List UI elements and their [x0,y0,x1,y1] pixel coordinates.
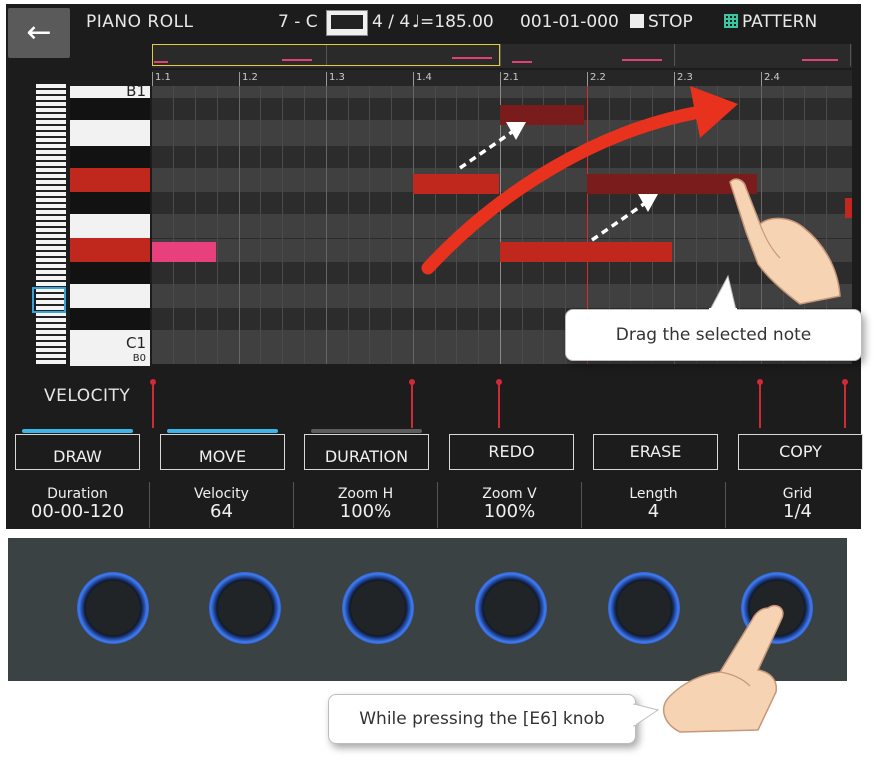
callout-pointer [709,274,737,312]
knob-e1[interactable] [77,572,149,658]
mode-label: PATTERN [742,12,818,32]
keyboard-range-indicator[interactable] [32,287,66,313]
param-name: Length [629,486,678,502]
piano-keys[interactable]: B1 C1 B0 [70,86,150,366]
top-bar: ← PIANO ROLL 7 - C 4 / 4 ♩=185.00 001-01… [6,4,861,58]
param-grid[interactable]: Grid 1/4 [726,482,869,528]
pattern-overview[interactable] [152,44,852,68]
note-dim[interactable] [587,174,757,194]
screen-title: PIANO ROLL [86,12,194,32]
velocity-lane[interactable] [150,376,852,428]
velocity-bar[interactable] [842,379,848,428]
key-label-partial: B0 [132,354,146,364]
press-knob-callout-text: While pressing the [E6] knob [359,709,605,729]
parameter-bar: Duration 00-00-120 Velocity 64 Zoom H 100% … [6,482,861,528]
param-value: 4 [647,501,660,522]
param-zoom-v[interactable]: Zoom V 100% [438,482,582,528]
ruler-tick: 2.1 [500,72,519,86]
copy-button[interactable]: COPY [738,434,863,470]
knob-e2[interactable] [209,572,281,658]
pressing-hand-icon [662,604,784,733]
param-name: Grid [782,486,813,502]
move-button[interactable]: MOVE [160,429,285,470]
note[interactable] [500,242,672,262]
ruler-tick: 2.4 [761,72,780,86]
note-selected[interactable] [152,242,216,262]
song-name: 7 - C [278,12,318,32]
knob-e3[interactable] [342,572,414,658]
param-name: Zoom V [482,486,537,502]
drag-note-callout: Drag the selected note [565,309,862,361]
param-name: Duration [47,486,108,502]
move-label: MOVE [198,447,247,466]
keyboard-overview[interactable] [36,84,66,364]
press-knob-callout: While pressing the [E6] knob [328,694,636,744]
draw-button[interactable]: DRAW [15,429,140,470]
ruler-tick: 1.3 [326,72,345,86]
velocity-bar[interactable] [757,379,763,428]
param-name: Velocity [194,486,249,502]
piano-roll-screen: ← PIANO ROLL 7 - C 4 / 4 ♩=185.00 001-01… [6,4,863,529]
drag-note-callout-text: Drag the selected note [615,325,812,345]
key-label-c1: C1 [125,334,146,352]
draw-label: DRAW [53,447,102,466]
ruler-tick: 1.2 [239,72,258,86]
redo-button[interactable]: REDO [449,434,574,470]
ruler-tick: 1.4 [413,72,432,86]
param-value: 100% [339,501,392,522]
velocity-bar[interactable] [150,379,156,428]
param-value: 100% [483,501,536,522]
note-dim[interactable] [500,105,584,125]
transport-label: STOP [648,12,693,32]
ruler-tick: 1.1 [152,72,171,86]
param-value: 00-00-120 [30,501,125,522]
ruler-tick: 2.2 [587,72,606,86]
move-led [167,429,278,433]
param-duration[interactable]: Duration 00-00-120 [6,482,150,528]
overview-view-window[interactable] [152,44,500,66]
param-name: Zoom H [337,486,394,502]
tempo: ♩=185.00 [412,12,494,32]
callout-pointer [630,703,660,727]
duration-led [311,429,422,433]
mode-indicator: PATTERN [724,12,817,32]
erase-label: ERASE [629,442,682,461]
knob-e4[interactable] [475,572,547,658]
note[interactable] [413,174,499,194]
song-position: 001-01-000 [520,12,619,32]
duration-label: DURATION [324,447,409,466]
velocity-bar[interactable] [409,379,415,428]
beat-ruler: 1.1 1.2 1.3 1.4 2.1 2.2 2.3 2.4 [152,70,852,86]
pattern-thumbnail-icon [326,10,368,36]
draw-led [22,429,133,433]
redo-label: REDO [488,442,535,461]
velocity-label: VELOCITY [44,386,131,406]
pattern-grid-icon [724,14,738,28]
ruler-tick: 2.3 [674,72,693,86]
param-zoom-h[interactable]: Zoom H 100% [294,482,438,528]
note[interactable] [845,198,852,218]
back-arrow-icon[interactable]: ← [8,8,70,58]
transport-status: STOP [630,12,693,32]
duration-button[interactable]: DURATION [304,429,429,470]
param-length[interactable]: Length 4 [582,482,726,528]
copy-label: COPY [779,442,822,461]
erase-button[interactable]: ERASE [593,434,718,470]
time-signature: 4 / 4 [372,12,411,32]
param-velocity[interactable]: Velocity 64 [150,482,294,528]
param-value: 64 [210,501,233,522]
param-value: 1/4 [783,501,812,522]
velocity-bar[interactable] [496,379,502,428]
stop-icon [630,14,644,28]
